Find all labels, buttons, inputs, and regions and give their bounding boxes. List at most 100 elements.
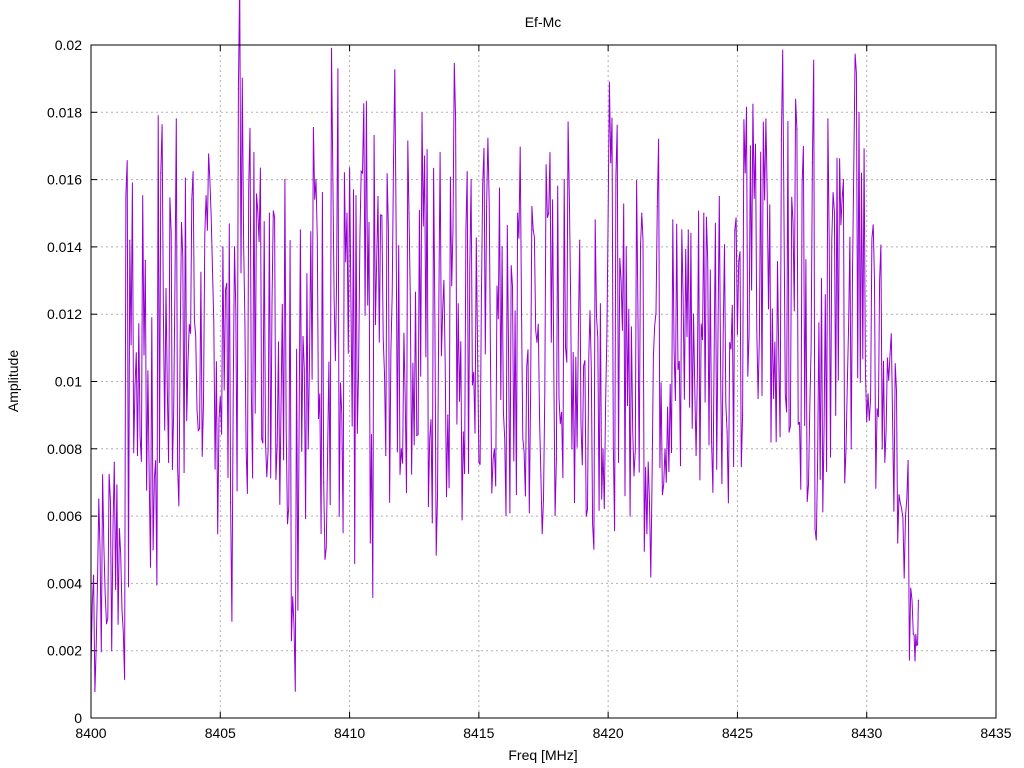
data-point [144,259,146,261]
data-point [423,155,426,157]
data-point [780,138,782,140]
data-point [873,279,876,282]
y-tick-label: 0 [74,710,82,726]
data-point [757,397,759,399]
series-layer [90,0,920,693]
data-point [486,205,488,208]
data-point [734,229,736,231]
y-tick-label: 0.014 [47,239,82,255]
x-tick-label: 8435 [980,725,1011,741]
data-point [501,246,503,248]
data-point [594,219,596,221]
data-point [718,195,720,198]
data-point [912,633,914,635]
data-point [307,448,309,450]
data-point [773,397,775,399]
data-point [462,431,464,433]
data-point [540,475,542,477]
data-point [819,478,821,480]
data-point [749,145,751,147]
data-point [664,448,666,450]
data-point [323,481,325,484]
data-point [199,428,201,430]
data-point [788,431,790,433]
data-point [454,118,457,120]
data-point [105,623,108,625]
data-point [470,179,472,181]
data-point [268,212,271,214]
data-point [160,172,162,174]
data-point [261,438,263,440]
data-point [245,448,247,450]
data-point [641,212,643,214]
data-point [392,162,395,164]
data-point [524,495,527,497]
y-tick-label: 0.006 [47,508,82,524]
data-point [98,498,100,500]
x-tick-label: 8430 [851,725,882,741]
data-point [230,502,232,504]
data-point [330,47,333,49]
data-point [167,461,170,463]
data-point [850,448,852,450]
data-point [796,128,798,130]
data-point [152,549,154,551]
data-point [811,162,814,164]
data-point [361,172,364,174]
data-point [191,199,193,201]
data-point [917,599,920,601]
data-point [183,471,185,473]
data-point [617,461,620,463]
data-point [136,454,139,457]
data-point [586,508,589,510]
data-point [889,353,891,356]
data-point [517,212,519,214]
data-point [377,195,379,198]
data-point [385,454,387,457]
data-point [610,162,612,164]
data-point [656,205,658,208]
data-point [431,522,433,524]
data-point [346,212,348,214]
data-point [866,421,868,423]
data-point [687,229,689,231]
x-tick-label: 8400 [75,725,106,741]
data-point [765,118,767,120]
data-point [842,179,845,181]
y-tick-label: 0.01 [55,374,82,390]
chart-title: Ef-Mc [525,14,562,30]
chart-svg: 8400 8405 8410 8415 8420 8425 8430 8435 0 0.002 0.… [5,0,1012,763]
x-tick-label: 8420 [593,725,624,741]
data-point [299,229,302,231]
data-point [284,179,286,181]
data-point [602,448,604,450]
data-point [369,542,371,544]
data-point [703,212,705,214]
y-tick-label: 0.018 [47,104,82,120]
data-point [804,424,806,426]
y-tick-label: 0.008 [47,441,82,457]
data-point [292,596,294,598]
data-point [881,448,883,450]
data-point [276,444,278,447]
data-point [563,179,565,181]
data-point [742,414,744,416]
data-point [858,111,860,113]
data-point [439,152,441,154]
y-tick-label: 0.016 [47,172,82,188]
y-tick-label: 0.012 [47,306,82,322]
data-point [648,502,651,504]
x-tick-label: 8410 [334,725,365,741]
data-point [315,179,317,181]
data-point [571,448,573,450]
data-point [338,515,340,517]
series-line [90,0,919,693]
data-point [478,461,480,463]
x-tick-label: 8415 [463,725,494,741]
data-point [175,118,177,120]
data-point [129,239,131,241]
data-point [408,212,410,214]
data-point [113,461,115,463]
data-point [400,448,402,450]
x-axis-label: Freq [MHz] [508,747,577,763]
